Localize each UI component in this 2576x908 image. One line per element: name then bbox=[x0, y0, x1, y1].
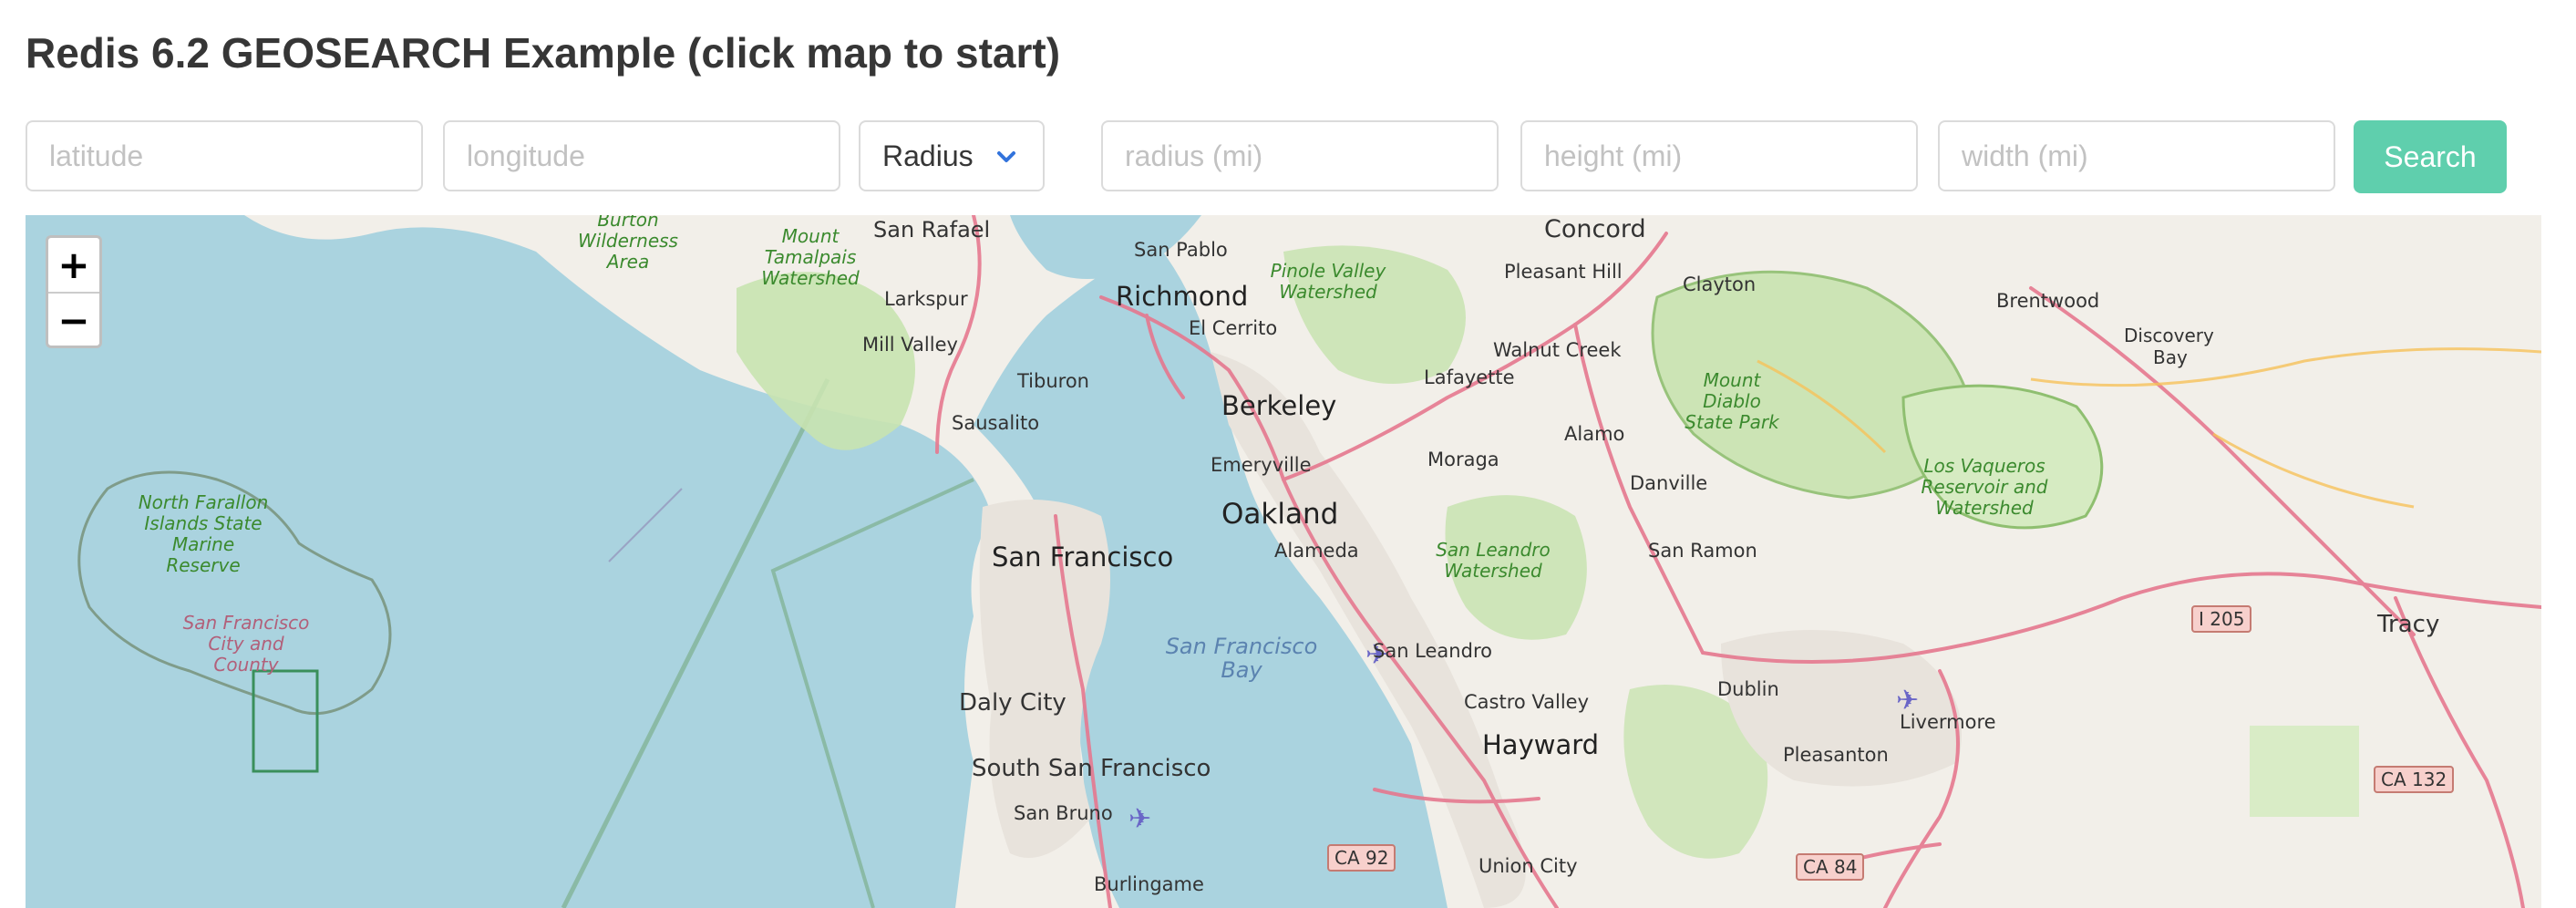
city-label: Hayward bbox=[1482, 729, 1600, 760]
airplane-icon: ✈ bbox=[1128, 803, 1151, 835]
search-button[interactable]: Search bbox=[2354, 120, 2507, 193]
city-label: Clayton bbox=[1683, 273, 1757, 295]
city-label: San Ramon bbox=[1648, 540, 1757, 562]
zoom-control: + − bbox=[46, 235, 102, 348]
park-label: Los Vaqueros Reservoir and Watershed bbox=[1921, 455, 2048, 519]
park-label: San Leandro Watershed bbox=[1436, 539, 1551, 582]
latitude-input[interactable] bbox=[26, 120, 423, 191]
city-label: Brentwood bbox=[1996, 290, 2100, 312]
city-label: Danville bbox=[1630, 472, 1708, 494]
city-label: Concord bbox=[1544, 215, 1646, 243]
city-label: Tracy bbox=[2377, 611, 2440, 638]
zoom-in-button[interactable]: + bbox=[48, 238, 99, 294]
shape-select-value: Radius bbox=[882, 139, 974, 172]
park-label: North Farallon Islands State Marine Rese… bbox=[138, 491, 269, 576]
city-label: Bay bbox=[2153, 346, 2188, 368]
city-label: Daly City bbox=[959, 689, 1066, 717]
height-input[interactable] bbox=[1520, 120, 1918, 191]
city-label: Livermore bbox=[1900, 711, 1996, 733]
city-label: Lafayette bbox=[1424, 366, 1515, 388]
park-label: Mount Diablo State Park bbox=[1685, 369, 1779, 433]
city-label: Pleasant Hill bbox=[1504, 261, 1623, 283]
city-label: Moraga bbox=[1427, 449, 1499, 470]
map-canvas[interactable]: ✈ ✈ ✈ San Rafael San Pablo Concord Richm… bbox=[26, 215, 2541, 908]
city-label: Discovery bbox=[2124, 325, 2214, 346]
highway-shield: CA 84 bbox=[1796, 853, 1865, 881]
city-label: Pleasanton bbox=[1783, 744, 1889, 766]
bay-label: San Francisco Bay bbox=[1165, 634, 1318, 683]
chevron-down-icon bbox=[997, 151, 1015, 162]
city-label: Castro Valley bbox=[1464, 691, 1590, 713]
city-label: Larkspur bbox=[884, 288, 968, 310]
city-label: Oakland bbox=[1221, 498, 1339, 531]
city-label: San Bruno bbox=[1014, 802, 1113, 824]
city-label: San Francisco bbox=[992, 542, 1174, 573]
highway-shield: CA 92 bbox=[1327, 844, 1396, 872]
city-label: San Leandro bbox=[1373, 640, 1492, 662]
city-label: Alamo bbox=[1564, 423, 1625, 445]
city-label: San Rafael bbox=[873, 217, 991, 242]
highway-shield: CA 132 bbox=[2374, 766, 2455, 793]
width-input[interactable] bbox=[1938, 120, 2335, 191]
shape-select[interactable]: Radius bbox=[859, 120, 1045, 191]
county-label: San Francisco City and County bbox=[182, 612, 310, 676]
park-livermore bbox=[2250, 726, 2359, 817]
city-label: San Pablo bbox=[1134, 239, 1228, 261]
city-label: Mill Valley bbox=[862, 334, 958, 356]
radius-input[interactable] bbox=[1101, 120, 1499, 191]
city-label: Emeryville bbox=[1211, 454, 1312, 476]
city-label: South San Francisco bbox=[972, 755, 1211, 782]
city-label: Dublin bbox=[1717, 678, 1779, 700]
city-label: Alameda bbox=[1274, 540, 1359, 562]
highway-shield: I 205 bbox=[2191, 605, 2252, 633]
city-label: El Cerrito bbox=[1189, 317, 1278, 339]
city-label: Sausalito bbox=[952, 412, 1040, 434]
park-label: Mount Tamalpais Watershed bbox=[761, 225, 860, 289]
city-label: Berkeley bbox=[1221, 390, 1337, 421]
zoom-out-button[interactable]: − bbox=[48, 294, 99, 346]
city-label: Union City bbox=[1479, 855, 1578, 877]
city-label: Burlingame bbox=[1094, 873, 1204, 895]
longitude-input[interactable] bbox=[443, 120, 840, 191]
page-title: Redis 6.2 GEOSEARCH Example (click map t… bbox=[26, 29, 1061, 77]
park-label: Pinole Valley Watershed bbox=[1270, 260, 1386, 303]
city-label: Tiburon bbox=[1017, 370, 1089, 392]
city-label: Walnut Creek bbox=[1493, 339, 1622, 361]
park-label: Burton Wilderness Area bbox=[578, 215, 678, 273]
map-tiles: ✈ ✈ ✈ bbox=[26, 215, 2541, 908]
city-label: Richmond bbox=[1116, 281, 1249, 312]
